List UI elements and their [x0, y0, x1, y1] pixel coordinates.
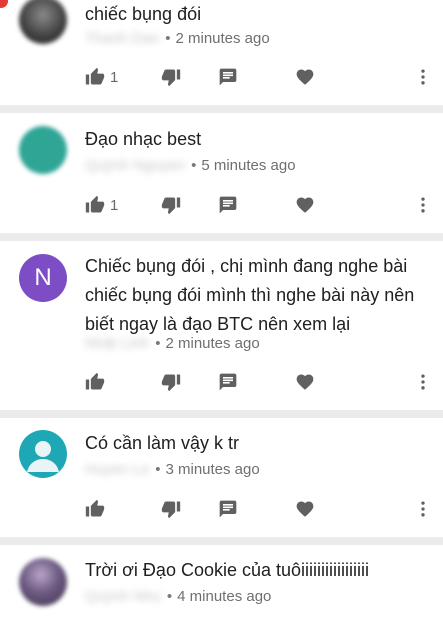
- heart-button[interactable]: [295, 370, 315, 394]
- comment-text: Trời ơi Đạo Cookie của tuôiiiiiiiiiiiiii…: [85, 560, 370, 580]
- comment-time: 2 minutes ago: [175, 30, 270, 47]
- reply-icon: [219, 196, 237, 214]
- comment-actions: [85, 370, 435, 394]
- thumbs-down-icon: [161, 197, 181, 215]
- dislike-button[interactable]: [161, 65, 181, 89]
- more-vert-icon: [421, 197, 425, 213]
- heart-icon: [296, 69, 314, 85]
- avatar[interactable]: [19, 430, 67, 478]
- more-button[interactable]: [413, 193, 433, 217]
- more-button[interactable]: [413, 497, 433, 521]
- thumbs-down-icon: [161, 501, 181, 519]
- like-button[interactable]: [85, 497, 105, 521]
- comment-meta: Quỳnh Nguyen • 5 minutes ago: [85, 157, 296, 174]
- meta-separator: •: [155, 461, 161, 478]
- comment-item: Có cần làm vậy k tr Huyen Le • 3 minutes…: [0, 418, 443, 537]
- more-button[interactable]: [413, 370, 433, 394]
- thumbs-down-icon: [161, 69, 181, 87]
- more-vert-icon: [421, 69, 425, 85]
- dislike-button[interactable]: [161, 370, 181, 394]
- thumbs-down-icon: [161, 374, 181, 392]
- divider: [0, 410, 443, 418]
- divider: [0, 105, 443, 113]
- meta-separator: •: [191, 157, 197, 174]
- avatar[interactable]: [19, 0, 67, 44]
- dislike-button[interactable]: [161, 193, 181, 217]
- divider: [0, 537, 443, 545]
- like-count: 1: [110, 196, 119, 214]
- comment-actions: 1: [85, 65, 435, 89]
- meta-separator: •: [155, 335, 161, 352]
- heart-button[interactable]: [295, 497, 315, 521]
- like-button[interactable]: 1: [85, 65, 118, 89]
- avatar[interactable]: [19, 558, 67, 606]
- reply-icon: [219, 68, 237, 86]
- meta-separator: •: [165, 30, 171, 47]
- comment-item: Đạo nhạc best Quỳnh Nguyen • 5 minutes a…: [0, 113, 443, 233]
- comment-text: chiếc bụng đói: [85, 4, 202, 24]
- like-button[interactable]: [85, 370, 105, 394]
- thumbs-up-icon: [85, 67, 105, 85]
- comment-meta: Thanh Dan • 2 minutes ago: [85, 30, 270, 47]
- comment-text: Có cần làm vậy k tr: [85, 433, 240, 453]
- comment-author[interactable]: Thanh Dan: [85, 30, 159, 47]
- divider: [0, 233, 443, 241]
- more-button[interactable]: [413, 65, 433, 89]
- notification-dot: [0, 0, 8, 8]
- dislike-button[interactable]: [161, 497, 181, 521]
- more-vert-icon: [421, 374, 425, 390]
- more-vert-icon: [421, 501, 425, 517]
- comment-text: Đạo nhạc best: [85, 129, 202, 149]
- comment-text: Chiếc bụng đói , chị mình đang nghe bài …: [85, 256, 415, 334]
- heart-button[interactable]: [295, 193, 315, 217]
- heart-icon: [296, 501, 314, 517]
- comment-author[interactable]: Nhật Linh: [85, 335, 149, 352]
- like-button[interactable]: 1: [85, 193, 118, 217]
- comment-author[interactable]: Quỳnh Nguyen: [85, 157, 185, 174]
- reply-button[interactable]: [218, 193, 238, 217]
- comment-time: 5 minutes ago: [201, 157, 296, 174]
- comment-meta: Huyen Le • 3 minutes ago: [85, 461, 260, 478]
- heart-icon: [296, 197, 314, 213]
- comment-actions: [85, 497, 435, 521]
- comment-time: 3 minutes ago: [165, 461, 260, 478]
- thumbs-up-icon: [85, 195, 105, 213]
- thumbs-up-icon: [85, 499, 105, 517]
- reply-button[interactable]: [218, 497, 238, 521]
- reply-icon: [219, 500, 237, 518]
- meta-separator: •: [166, 588, 173, 605]
- comment-author[interactable]: Huyen Le: [85, 461, 149, 478]
- comment-item: chiếc bụng đói Thanh Dan • 2 minutes ago…: [0, 0, 443, 105]
- avatar[interactable]: N: [19, 254, 67, 302]
- comment-time: 2 minutes ago: [165, 335, 260, 352]
- comment-item: N Chiếc bụng đói , chị mình đang nghe bà…: [0, 241, 443, 410]
- comment-meta: Quỳnh Nhu • 4 minutes ago: [85, 588, 271, 605]
- comment-meta: Nhật Linh • 2 minutes ago: [85, 335, 260, 352]
- heart-button[interactable]: [295, 65, 315, 89]
- reply-icon: [219, 373, 237, 391]
- comment-actions: 1: [85, 193, 435, 217]
- heart-icon: [296, 374, 314, 390]
- comment-item: Trời ơi Đạo Cookie của tuôiiiiiiiiiiiiii…: [0, 545, 443, 623]
- thumbs-up-icon: [85, 372, 105, 390]
- reply-button[interactable]: [218, 370, 238, 394]
- comment-author[interactable]: Quỳnh Nhu: [85, 588, 161, 605]
- comment-time: 4 minutes ago: [177, 588, 272, 605]
- default-avatar-icon: [27, 441, 59, 472]
- like-count: 1: [110, 68, 119, 86]
- reply-button[interactable]: [218, 65, 238, 89]
- avatar[interactable]: [19, 126, 67, 174]
